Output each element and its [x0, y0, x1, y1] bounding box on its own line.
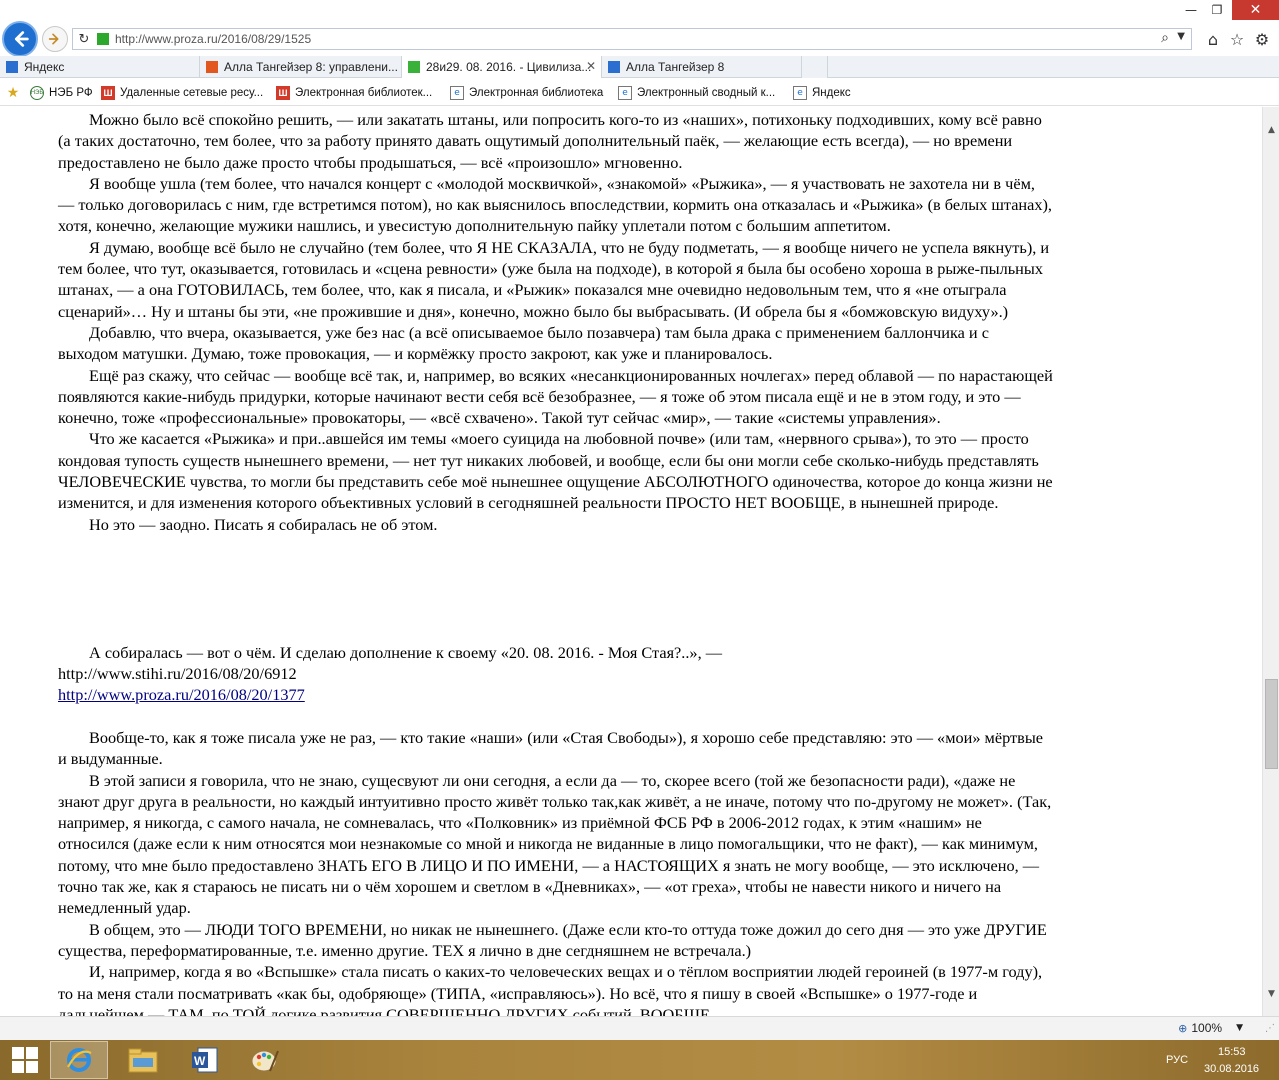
tab-label: Алла Тангейзер 8 [626, 60, 725, 74]
scroll-down-icon[interactable]: ▼ [1263, 985, 1279, 1002]
ie-page-icon: e [793, 86, 807, 100]
navigation-bar: ↻ http://www.proza.ru/2016/08/29/1525 ⌕ … [0, 0, 1279, 57]
refresh-icon[interactable]: ↻ [75, 30, 93, 48]
article-block-1: Можно было всё спокойно решить, — или за… [58, 109, 1053, 535]
proza-link[interactable]: http://www.proza.ru/2016/08/20/1377 [58, 684, 305, 705]
favorite-catalog[interactable]: e Электронный сводный к... [618, 84, 775, 102]
fav-star-icon[interactable]: ★ [6, 84, 25, 102]
article-paragraph: Можно было всё спокойно решить, — или за… [58, 110, 1042, 172]
close-button[interactable]: ✕ [1232, 0, 1279, 20]
paint-icon [251, 1050, 279, 1072]
article-paragraph: Я думаю, вообще всё было не случайно (те… [58, 237, 1050, 321]
article-paragraph: Я вообще ушла (тем более, что начался ко… [58, 173, 1052, 236]
zoom-control[interactable]: ⊕ 100% ▼ [1178, 1021, 1243, 1035]
article-paragraph: Но это — заодно. Писать я собиралась не … [89, 514, 438, 534]
resize-grip-icon[interactable]: ⋰ [1265, 1023, 1275, 1034]
windows-logo-icon [12, 1047, 38, 1073]
article-paragraph: В общем, это — ЛЮДИ ТОГО ВРЕМЕНИ, но ник… [58, 919, 1047, 960]
taskbar: W РУС 15:53 30.08.2016 [0, 1040, 1279, 1080]
favorite-elibrary-1[interactable]: Ш Электронная библиотек... [276, 84, 432, 102]
zoom-dropdown-icon[interactable]: ▼ [1236, 1023, 1243, 1033]
tab-label: Алла Тангейзер 8: управлени... [224, 60, 398, 74]
ie-page-icon: e [450, 86, 464, 100]
proza-favicon-icon [408, 61, 420, 73]
clock-time[interactable]: 15:53 [1218, 1046, 1246, 1058]
address-url[interactable]: http://www.proza.ru/2016/08/29/1525 [115, 32, 311, 46]
library-icon: Ш [276, 86, 290, 100]
zoom-level: 100% [1191, 1021, 1223, 1035]
maximize-button[interactable]: ❐ [1204, 0, 1230, 20]
svg-text:W: W [194, 1054, 206, 1068]
tab-label: 28и29. 08. 2016. - Цивилиза... [426, 60, 592, 74]
favorite-label: Яндекс [812, 87, 851, 99]
vertical-scrollbar[interactable]: ▲ ▼ [1262, 107, 1279, 1016]
tab-current-article[interactable]: 28и29. 08. 2016. - Цивилиза... ✕ [402, 56, 602, 78]
article-paragraph: В этой записи я говорила, что не знаю, с… [58, 770, 1052, 918]
article-paragraph: Добавлю, что вчера, оказывается, уже без… [58, 322, 989, 364]
taskbar-word[interactable]: W [176, 1041, 234, 1079]
article-paragraph: Ещё раз скажу, что сейчас — вообще всё т… [58, 365, 1053, 428]
favorites-star-icon[interactable]: ☆ [1227, 29, 1247, 49]
favorite-label: Электронная библиотек... [295, 87, 433, 99]
language-indicator[interactable]: РУС [1166, 1054, 1188, 1066]
forward-button[interactable] [42, 26, 68, 52]
taskbar-paint[interactable] [236, 1041, 294, 1079]
status-bar: ⊕ 100% ▼ ⋰ [0, 1016, 1279, 1040]
proza-favicon-icon [206, 61, 218, 73]
start-button[interactable] [0, 1041, 50, 1079]
library-icon: Ш [101, 86, 115, 100]
favorite-remote-resources[interactable]: Ш Удаленные сетевые ресу... [101, 84, 263, 102]
new-tab-button[interactable] [802, 56, 828, 78]
scrollbar-thumb[interactable] [1265, 679, 1278, 769]
favorite-label: Электронный сводный к... [637, 87, 776, 99]
favorite-neb[interactable]: НЭБ НЭБ РФ [30, 84, 93, 102]
page-content: Можно было всё спокойно решить, — или за… [0, 107, 1262, 1016]
minimize-button[interactable]: — [1178, 0, 1204, 20]
ie-page-icon: e [618, 86, 632, 100]
address-dropdown-icon[interactable]: ▼ [1177, 31, 1185, 42]
tab-yandex[interactable]: Яндекс [0, 56, 200, 78]
settings-gear-icon[interactable]: ⚙ [1252, 29, 1272, 49]
article-paragraph: И, например, когда я во «Вспышке» стала … [58, 962, 1043, 1016]
article-block-3: Вообще-то, как я тоже писала уже не раз,… [58, 727, 1053, 1016]
favorite-label: НЭБ РФ [49, 87, 93, 99]
article-paragraph: Вообще-то, как я тоже писала уже не раз,… [58, 728, 1043, 769]
address-bar[interactable]: ↻ http://www.proza.ru/2016/08/29/1525 ⌕ … [72, 28, 1192, 50]
ie-page-icon [608, 61, 620, 73]
site-favicon [97, 33, 109, 45]
tab-alla-8[interactable]: Алла Тангейзер 8 [602, 56, 802, 78]
word-icon: W [192, 1047, 218, 1073]
back-button[interactable] [2, 21, 38, 57]
tab-label: Яндекс [24, 60, 65, 74]
tab-alla-management[interactable]: Алла Тангейзер 8: управлени... [200, 56, 402, 78]
ie-page-icon [6, 61, 18, 73]
tab-strip: Яндекс Алла Тангейзер 8: управлени... 28… [0, 56, 1279, 78]
taskbar-file-explorer[interactable] [114, 1041, 172, 1079]
favorite-yandex[interactable]: e Яндекс [793, 84, 851, 102]
clock-date[interactable]: 30.08.2016 [1204, 1063, 1259, 1075]
search-icon[interactable]: ⌕ [1161, 30, 1169, 46]
forward-arrow-icon [48, 33, 59, 45]
scroll-up-icon[interactable]: ▲ [1263, 121, 1279, 138]
zoom-icon: ⊕ [1178, 1021, 1188, 1035]
article-block-2: А собиралась — вот о чём. И сделаю допол… [58, 642, 1053, 663]
tab-close-icon[interactable]: ✕ [586, 59, 596, 73]
taskbar-internet-explorer[interactable] [50, 1041, 108, 1079]
home-icon[interactable]: ⌂ [1203, 29, 1223, 49]
favorite-label: Удаленные сетевые ресу... [120, 87, 264, 99]
back-arrow-icon [14, 31, 29, 47]
article-paragraph: А собиралась — вот о чём. И сделаю допол… [89, 643, 722, 662]
favorite-label: Электронная библиотека [469, 87, 604, 99]
stihi-link-text: http://www.stihi.ru/2016/08/20/6912 [58, 664, 297, 683]
favorite-elibrary-2[interactable]: e Электронная библиотека [450, 84, 603, 102]
favorites-bar: ★ НЭБ НЭБ РФ Ш Удаленные сетевые ресу...… [0, 78, 1279, 106]
article-paragraph: Что же касается «Рыжика» и при..авшейся … [58, 429, 1053, 513]
file-explorer-icon [128, 1048, 158, 1073]
neb-icon: НЭБ [30, 86, 44, 100]
ie-icon [67, 1048, 92, 1072]
